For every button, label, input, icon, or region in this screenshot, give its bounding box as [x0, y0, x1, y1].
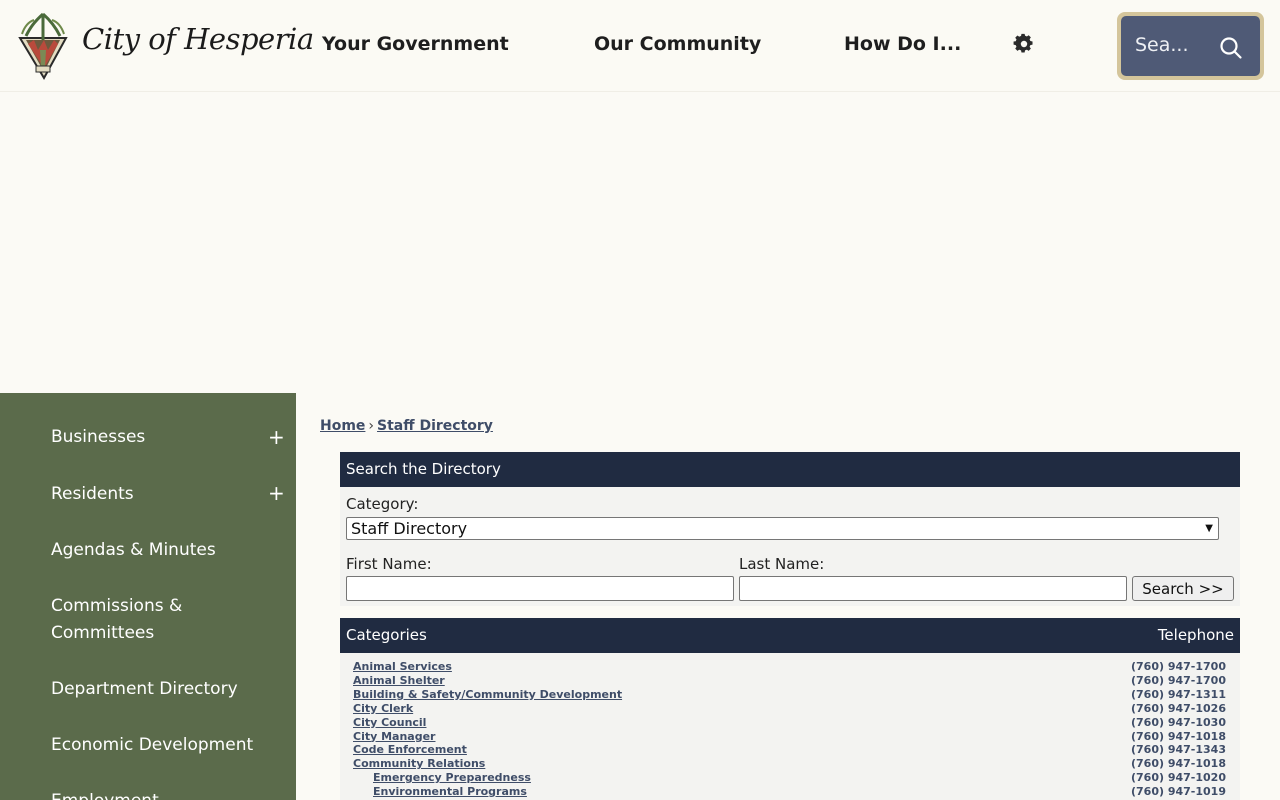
- sidebar-item-residents[interactable]: Residents: [51, 481, 271, 508]
- first-name-label: First Name:: [346, 555, 432, 573]
- category-phone: (760) 947-1343: [1131, 743, 1226, 757]
- category-link[interactable]: City Clerk: [353, 702, 413, 716]
- search-panel-title: Search the Directory: [346, 460, 501, 478]
- category-phone: (760) 947-1030: [1131, 715, 1226, 729]
- categories-list: Animal Services (760) 947-1700 Animal Shel…: [340, 653, 1240, 800]
- sidebar-item-agendas-minutes[interactable]: Agendas & Minutes: [51, 537, 271, 564]
- breadcrumb-separator: ›: [368, 418, 375, 434]
- site-search-input[interactable]: [1135, 34, 1205, 56]
- sidebar-item-businesses[interactable]: Businesses: [51, 424, 271, 451]
- nav-your-government[interactable]: Your Government: [322, 33, 509, 55]
- sidebar-nav: Businesses + Residents + Agendas & Minut…: [0, 393, 296, 800]
- category-link[interactable]: Emergency Preparedness: [373, 771, 531, 785]
- table-row: Animal Services (760) 947-1700: [340, 660, 1240, 674]
- category-phone: (760) 947-1026: [1131, 701, 1226, 715]
- first-name-input[interactable]: [346, 576, 734, 601]
- category-phone: (760) 947-1700: [1131, 660, 1226, 673]
- category-link[interactable]: Community Relations: [353, 757, 485, 771]
- sidebar-item-employment[interactable]: Employment: [51, 788, 271, 800]
- category-phone: (760) 947-1019: [1131, 785, 1226, 799]
- table-row: Community Relations (760) 947-1018: [340, 757, 1240, 771]
- sidebar-item-economic-development[interactable]: Economic Development: [51, 732, 271, 759]
- category-select-value: Staff Directory: [351, 519, 468, 538]
- table-row: City Clerk (760) 947-1026: [340, 702, 1240, 716]
- table-row: City Manager (760) 947-1018: [340, 730, 1240, 744]
- category-link[interactable]: City Council: [353, 716, 426, 730]
- category-link[interactable]: Animal Shelter: [353, 674, 445, 688]
- expand-plus-icon[interactable]: +: [268, 483, 285, 503]
- category-link[interactable]: Code Enforcement: [353, 743, 467, 757]
- breadcrumb-home[interactable]: Home: [320, 418, 365, 434]
- site-logo-text[interactable]: City of Hesperia: [82, 22, 314, 56]
- category-label: Category:: [346, 495, 419, 513]
- table-row: Code Enforcement (760) 947-1343: [340, 743, 1240, 757]
- gear-icon[interactable]: [1012, 32, 1036, 56]
- last-name-label: Last Name:: [739, 555, 825, 573]
- breadcrumb-staff-directory[interactable]: Staff Directory: [377, 418, 493, 434]
- breadcrumb: Home › Staff Directory: [320, 418, 493, 434]
- category-select[interactable]: Staff Directory ▼: [346, 517, 1219, 540]
- category-phone: (760) 947-1700: [1131, 673, 1226, 687]
- site-search-inner: [1121, 16, 1260, 76]
- table-row: City Council (760) 947-1030: [340, 716, 1240, 730]
- category-phone: (760) 947-1018: [1131, 729, 1226, 743]
- category-link[interactable]: City Manager: [353, 730, 435, 744]
- categories-title: Categories: [346, 626, 427, 644]
- category-phone: (760) 947-1311: [1131, 687, 1226, 701]
- expand-plus-icon[interactable]: +: [268, 427, 285, 447]
- table-row: Building & Safety/Community Development (…: [340, 688, 1240, 702]
- table-row: Environmental Programs (760) 947-1019: [340, 785, 1240, 799]
- directory-search-button[interactable]: Search >>: [1132, 576, 1234, 601]
- category-phone: (760) 947-1018: [1131, 757, 1226, 771]
- city-logo-icon[interactable]: [14, 10, 72, 82]
- category-link[interactable]: Building & Safety/Community Development: [353, 688, 622, 702]
- categories-header: Categories Telephone: [340, 618, 1240, 653]
- search-panel-header: Search the Directory: [340, 452, 1240, 487]
- nav-how-do-i[interactable]: How Do I...: [844, 33, 961, 55]
- category-phone: (760) 947-1020: [1131, 771, 1226, 785]
- table-row: Animal Shelter (760) 947-1700: [340, 674, 1240, 688]
- sidebar-item-commissions-committees[interactable]: Commissions & Committees: [51, 593, 271, 647]
- telephone-column-title: Telephone: [1157, 626, 1234, 644]
- search-icon[interactable]: [1219, 36, 1243, 60]
- sidebar-item-department-directory[interactable]: Department Directory: [51, 676, 271, 703]
- site-search-box: [1117, 12, 1264, 80]
- site-header: City of Hesperia Your Government Our Com…: [0, 0, 1280, 92]
- category-link[interactable]: Animal Services: [353, 660, 452, 674]
- last-name-input[interactable]: [739, 576, 1127, 601]
- chevron-down-icon: ▼: [1205, 523, 1213, 534]
- nav-our-community[interactable]: Our Community: [594, 33, 761, 55]
- table-row: Emergency Preparedness (760) 947-1020: [340, 771, 1240, 785]
- category-link[interactable]: Environmental Programs: [373, 785, 527, 799]
